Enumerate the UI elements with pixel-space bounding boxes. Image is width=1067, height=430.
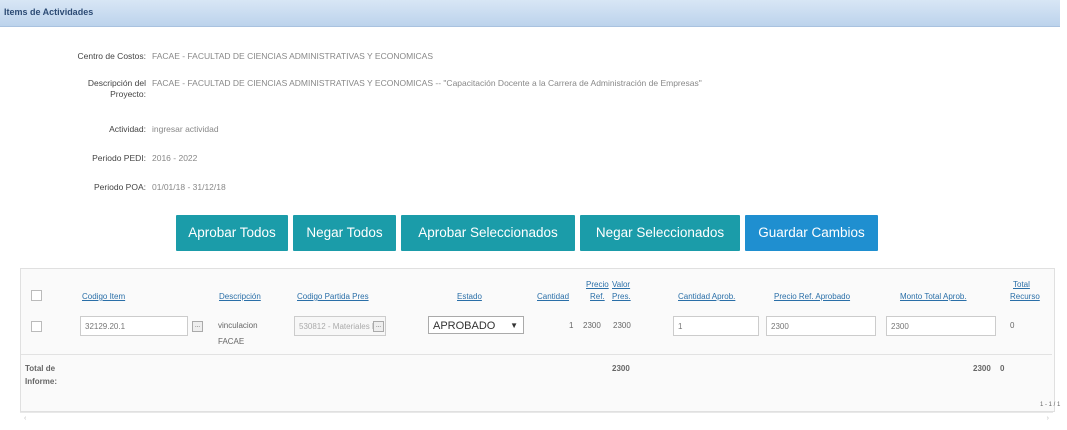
scroll-left-icon[interactable]: ‹ xyxy=(24,415,26,422)
pedi-label: Periodo PEDI: xyxy=(92,153,146,163)
guardar-cambios-button[interactable]: Guardar Cambios xyxy=(745,215,878,251)
pedi-value: 2016 - 2022 xyxy=(152,153,198,163)
centro-row: Centro de Costos: xyxy=(0,51,146,65)
poa-value: 01/01/18 - 31/12/18 xyxy=(152,182,226,192)
scroll-right-icon[interactable]: › xyxy=(1047,415,1049,422)
header-descripcion[interactable]: Descripción xyxy=(219,292,261,301)
centro-label: Centro de Costos: xyxy=(77,51,146,61)
section-header[interactable]: Items de Actividades xyxy=(0,0,1060,27)
descripcion-row-2: Proyecto: xyxy=(0,89,146,103)
aprobar-todos-button[interactable]: Aprobar Todos xyxy=(176,215,288,251)
footer-monto-total: 2300 xyxy=(973,364,991,373)
header-total-recurso-1[interactable]: Total xyxy=(1013,280,1030,289)
codigo-item-lookup-button[interactable]: ... xyxy=(192,321,203,332)
select-all-checkbox[interactable] xyxy=(31,290,42,301)
header-cantidad-aprob[interactable]: Cantidad Aprob. xyxy=(678,292,735,301)
monto-total-input[interactable]: 2300 xyxy=(886,316,996,336)
items-table xyxy=(20,268,1055,412)
row-descripcion-2: FACAE xyxy=(218,337,245,346)
footer-label-2: Informe: xyxy=(25,377,57,386)
actividad-label: Actividad: xyxy=(109,124,146,134)
header-cantidad[interactable]: Cantidad xyxy=(537,292,569,301)
header-precio-ref-aprobado[interactable]: Precio Ref. Aprobado xyxy=(774,292,850,301)
horizontal-scrollbar[interactable]: ‹ › xyxy=(20,412,1053,427)
header-estado[interactable]: Estado xyxy=(457,292,482,301)
actividad-row: Actividad: xyxy=(0,124,146,138)
footer-valor-pres: 2300 xyxy=(612,364,630,373)
pedi-row: Periodo PEDI: xyxy=(0,153,146,167)
header-valor-pres-2[interactable]: Pres. xyxy=(612,292,631,301)
header-codigo-partida[interactable]: Codigo Partida Pres xyxy=(297,292,369,301)
descripcion-label-2: Proyecto: xyxy=(110,89,146,99)
row-descripcion-1: vinculacion xyxy=(218,321,258,330)
poa-row: Periodo POA: xyxy=(0,182,146,196)
row-total-recurso: 0 xyxy=(1010,321,1015,330)
row-checkbox[interactable] xyxy=(31,321,42,332)
header-valor-pres-1[interactable]: Valor xyxy=(612,280,630,289)
row-cantidad: 1 xyxy=(569,321,574,330)
negar-todos-button[interactable]: Negar Todos xyxy=(293,215,396,251)
aprobar-seleccionados-button[interactable]: Aprobar Seleccionados xyxy=(401,215,575,251)
negar-seleccionados-button[interactable]: Negar Seleccionados xyxy=(580,215,740,251)
cantidad-aprob-input[interactable]: 1 xyxy=(673,316,759,336)
footer-label-1: Total de xyxy=(25,364,56,373)
codigo-item-input[interactable]: 32129.20.1 xyxy=(80,316,188,336)
header-precio-ref-1[interactable]: Precio xyxy=(586,280,609,289)
estado-select[interactable]: APROBADO ▼ xyxy=(428,316,524,334)
header-precio-ref-2[interactable]: Ref. xyxy=(590,292,605,301)
section-title: Items de Actividades xyxy=(4,7,94,17)
centro-value: FACAE - FACULTAD DE CIENCIAS ADMINISTRAT… xyxy=(152,51,434,61)
descripcion-label: Descripción del xyxy=(87,78,146,88)
header-codigo-item[interactable]: Codigo Item xyxy=(82,292,125,301)
poa-label: Periodo POA: xyxy=(94,182,146,192)
estado-select-value: APROBADO xyxy=(433,320,496,332)
footer-divider xyxy=(21,354,1052,355)
actividad-value: ingresar actividad xyxy=(152,124,219,134)
precio-ref-aprob-input[interactable]: 2300 xyxy=(766,316,876,336)
chevron-down-icon: ▼ xyxy=(510,321,518,330)
header-total-recurso-2[interactable]: Recurso xyxy=(1010,292,1040,301)
row-precio-ref: 2300 xyxy=(583,321,601,330)
descripcion-value: FACAE - FACULTAD DE CIENCIAS ADMINISTRAT… xyxy=(152,78,702,88)
pager-info: 1 - 1 / 1 xyxy=(1040,402,1061,408)
footer-total-recurso: 0 xyxy=(1000,364,1005,373)
row-valor-pres: 2300 xyxy=(613,321,631,330)
codigo-partida-lookup-button[interactable]: ... xyxy=(373,321,384,332)
header-monto-total[interactable]: Monto Total Aprob. xyxy=(900,292,967,301)
